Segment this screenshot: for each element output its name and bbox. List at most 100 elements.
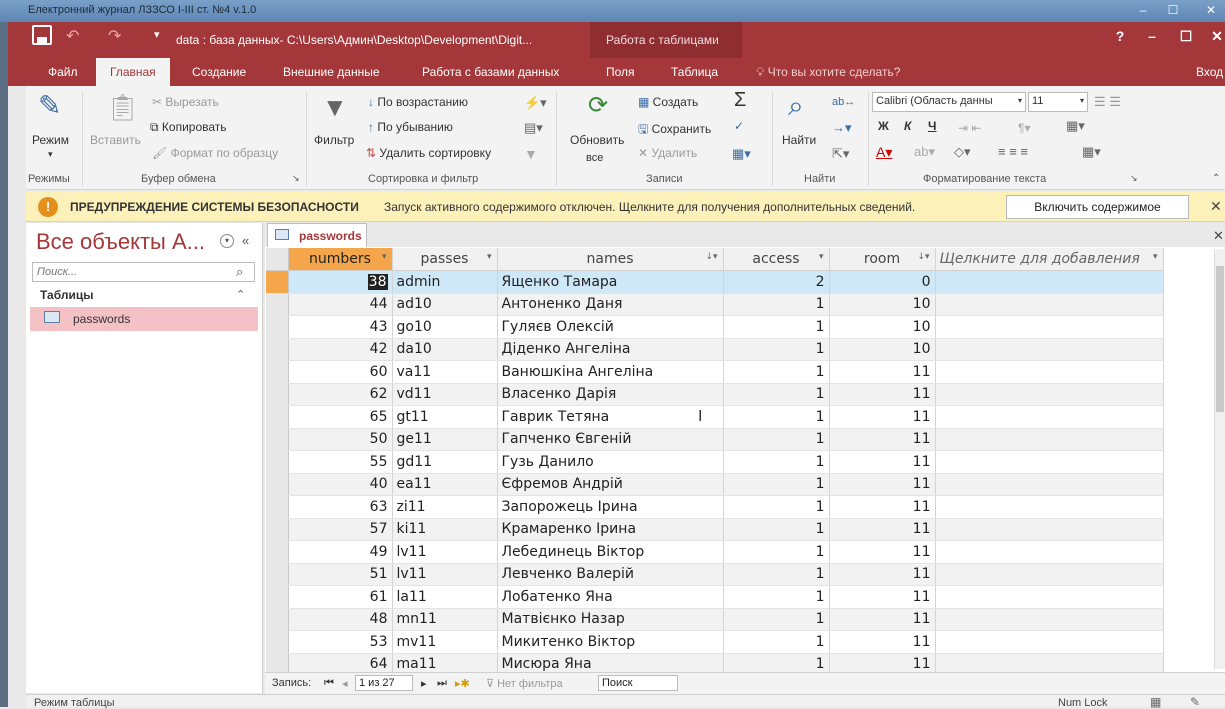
tab-create[interactable]: Создание [184,58,254,86]
cell-passes[interactable]: zi11 [392,495,498,519]
cell-access[interactable]: 1 [723,630,830,654]
row-selector[interactable] [266,338,289,361]
remove-sort-button[interactable]: ⇅ Удалить сортировку [366,146,491,160]
row-selector[interactable] [266,518,289,541]
table-row[interactable]: 44 ad10 Антоненко Даня 1 10 [266,293,1164,316]
cell-add-field[interactable] [935,450,1164,474]
cell-names[interactable]: Єфремов Андрій [497,473,724,496]
copy-button[interactable]: ⧉ Копировать [150,120,227,135]
cell-add-field[interactable] [935,405,1164,429]
column-header-access[interactable]: access ▾ [723,248,830,271]
cell-passes[interactable]: va11 [392,360,498,384]
nav-search-input[interactable] [32,262,255,282]
tab-home[interactable]: Главная [96,58,170,86]
column-dropdown-icon[interactable]: ▾ [487,252,492,262]
cell-room[interactable]: 11 [829,428,936,451]
cell-names[interactable]: Крамаренко Ірина [497,518,724,541]
cell-access[interactable]: 1 [723,383,830,406]
cell-names[interactable]: Лобатенко Яна [497,585,724,609]
row-selector[interactable] [266,450,289,474]
totals-icon[interactable]: Σ [734,90,746,110]
enable-content-button[interactable]: Включить содержимое [1006,195,1189,219]
cell-passes[interactable]: gt11 [392,405,498,429]
cell-names[interactable]: Ванюшкіна Ангеліна [497,360,724,384]
tab-external-data[interactable]: Внешние данные [275,58,388,86]
cell-room[interactable]: 11 [829,360,936,384]
cell-names[interactable]: Гузь Данило [497,450,724,474]
customize-qat-icon[interactable]: ▾ [154,28,160,41]
indent-icon[interactable]: ⇥ ⇤ [958,120,981,136]
cell-add-field[interactable] [935,338,1164,361]
cell-access[interactable]: 1 [723,405,830,429]
cut-button[interactable]: ✂ Вырезать [152,95,219,109]
first-record-icon[interactable]: ⏮ [324,677,334,690]
cell-passes[interactable]: vd11 [392,383,498,406]
row-selector[interactable] [266,383,289,406]
row-selector[interactable] [266,315,289,339]
nav-group-tables[interactable]: Таблицы [40,288,93,302]
cell-numbers[interactable]: 44 [288,293,393,316]
help-button[interactable]: ? [1108,28,1132,44]
paragraph-direction-icon[interactable]: ¶▾ [1018,120,1030,136]
search-icon[interactable]: ⌕ [236,264,243,280]
cell-names[interactable]: Власенко Дарія [497,383,724,406]
cell-numbers[interactable]: 48 [288,608,393,631]
cell-access[interactable]: 1 [723,338,830,361]
cell-numbers[interactable]: 49 [288,540,393,564]
cell-passes[interactable]: ea11 [392,473,498,496]
cell-passes[interactable]: la11 [392,585,498,609]
column-header-numbers[interactable]: numbers ▾ [288,248,393,271]
cell-room[interactable]: 11 [829,608,936,631]
cell-add-field[interactable] [935,315,1164,339]
cell-names[interactable]: Лебединець Віктор [497,540,724,564]
cell-room[interactable]: 0 [829,270,936,294]
select-all-corner[interactable] [266,248,289,271]
cell-room[interactable]: 11 [829,540,936,564]
cell-access[interactable]: 1 [723,360,830,384]
sort-ascending-button[interactable]: ↓ По возрастанию [368,95,468,109]
table-row[interactable]: 65 gt11 Гаврик Тетяна 1 11 [266,405,1164,429]
column-sort-icon[interactable]: ↓▾ [705,252,717,262]
font-size-select[interactable]: 11 ▾ [1028,92,1088,112]
cell-passes[interactable]: go10 [392,315,498,339]
cell-room[interactable]: 11 [829,518,936,541]
refresh-all-button[interactable]: Обновить [570,133,624,147]
underline-button[interactable]: Ч [928,119,936,133]
table-row[interactable]: 61 la11 Лобатенко Яна 1 11 [266,585,1164,609]
fill-color-icon[interactable]: ◇▾ [954,144,971,160]
cell-names[interactable]: Мисюра Яна [497,653,724,672]
scrollbar-thumb[interactable] [1216,266,1224,412]
cell-room[interactable]: 11 [829,450,936,474]
cell-room[interactable]: 10 [829,315,936,339]
table-row[interactable]: 62 vd11 Власенко Дарія 1 11 [266,383,1164,406]
table-row[interactable]: 38 admin Ященко Тамара 2 0 [266,270,1164,294]
cell-numbers[interactable]: 38 [288,270,393,294]
nav-item-passwords[interactable] [30,307,258,331]
goto-icon[interactable]: →▾ [832,120,852,136]
replace-icon[interactable]: ab↔ [832,94,855,110]
tab-file[interactable]: Файл [40,58,86,86]
new-record-nav-icon[interactable]: ▸✱ [455,677,470,690]
cell-passes[interactable]: ge11 [392,428,498,451]
cell-numbers[interactable]: 42 [288,338,393,361]
save-record-button[interactable]: 🖫︎ Сохранить [638,120,711,141]
bullets-icon[interactable]: ☰ ☰ [1094,94,1121,110]
column-header-names[interactable]: names ↓▾ [497,248,724,271]
row-selector[interactable] [266,428,289,451]
nav-collapse-icon[interactable]: « [242,233,249,248]
cell-add-field[interactable] [935,383,1164,406]
cell-room[interactable]: 11 [829,585,936,609]
cell-add-field[interactable] [935,270,1164,294]
close-document-icon[interactable]: ✕ [1213,228,1224,244]
cell-add-field[interactable] [935,630,1164,654]
cell-names[interactable]: Гаврик Тетяна [497,405,724,429]
cell-access[interactable]: 1 [723,495,830,519]
row-selector[interactable] [266,585,289,609]
cell-names[interactable]: Антоненко Даня [497,293,724,316]
cell-add-field[interactable] [935,495,1164,519]
record-position-field[interactable]: 1 из 27 [355,675,413,691]
cell-passes[interactable]: ad10 [392,293,498,316]
row-selector[interactable] [266,270,289,294]
selection-filter-icon[interactable]: ⚡▾ [524,95,547,111]
dialog-launcher-icon[interactable]: ↘ [1130,173,1138,184]
